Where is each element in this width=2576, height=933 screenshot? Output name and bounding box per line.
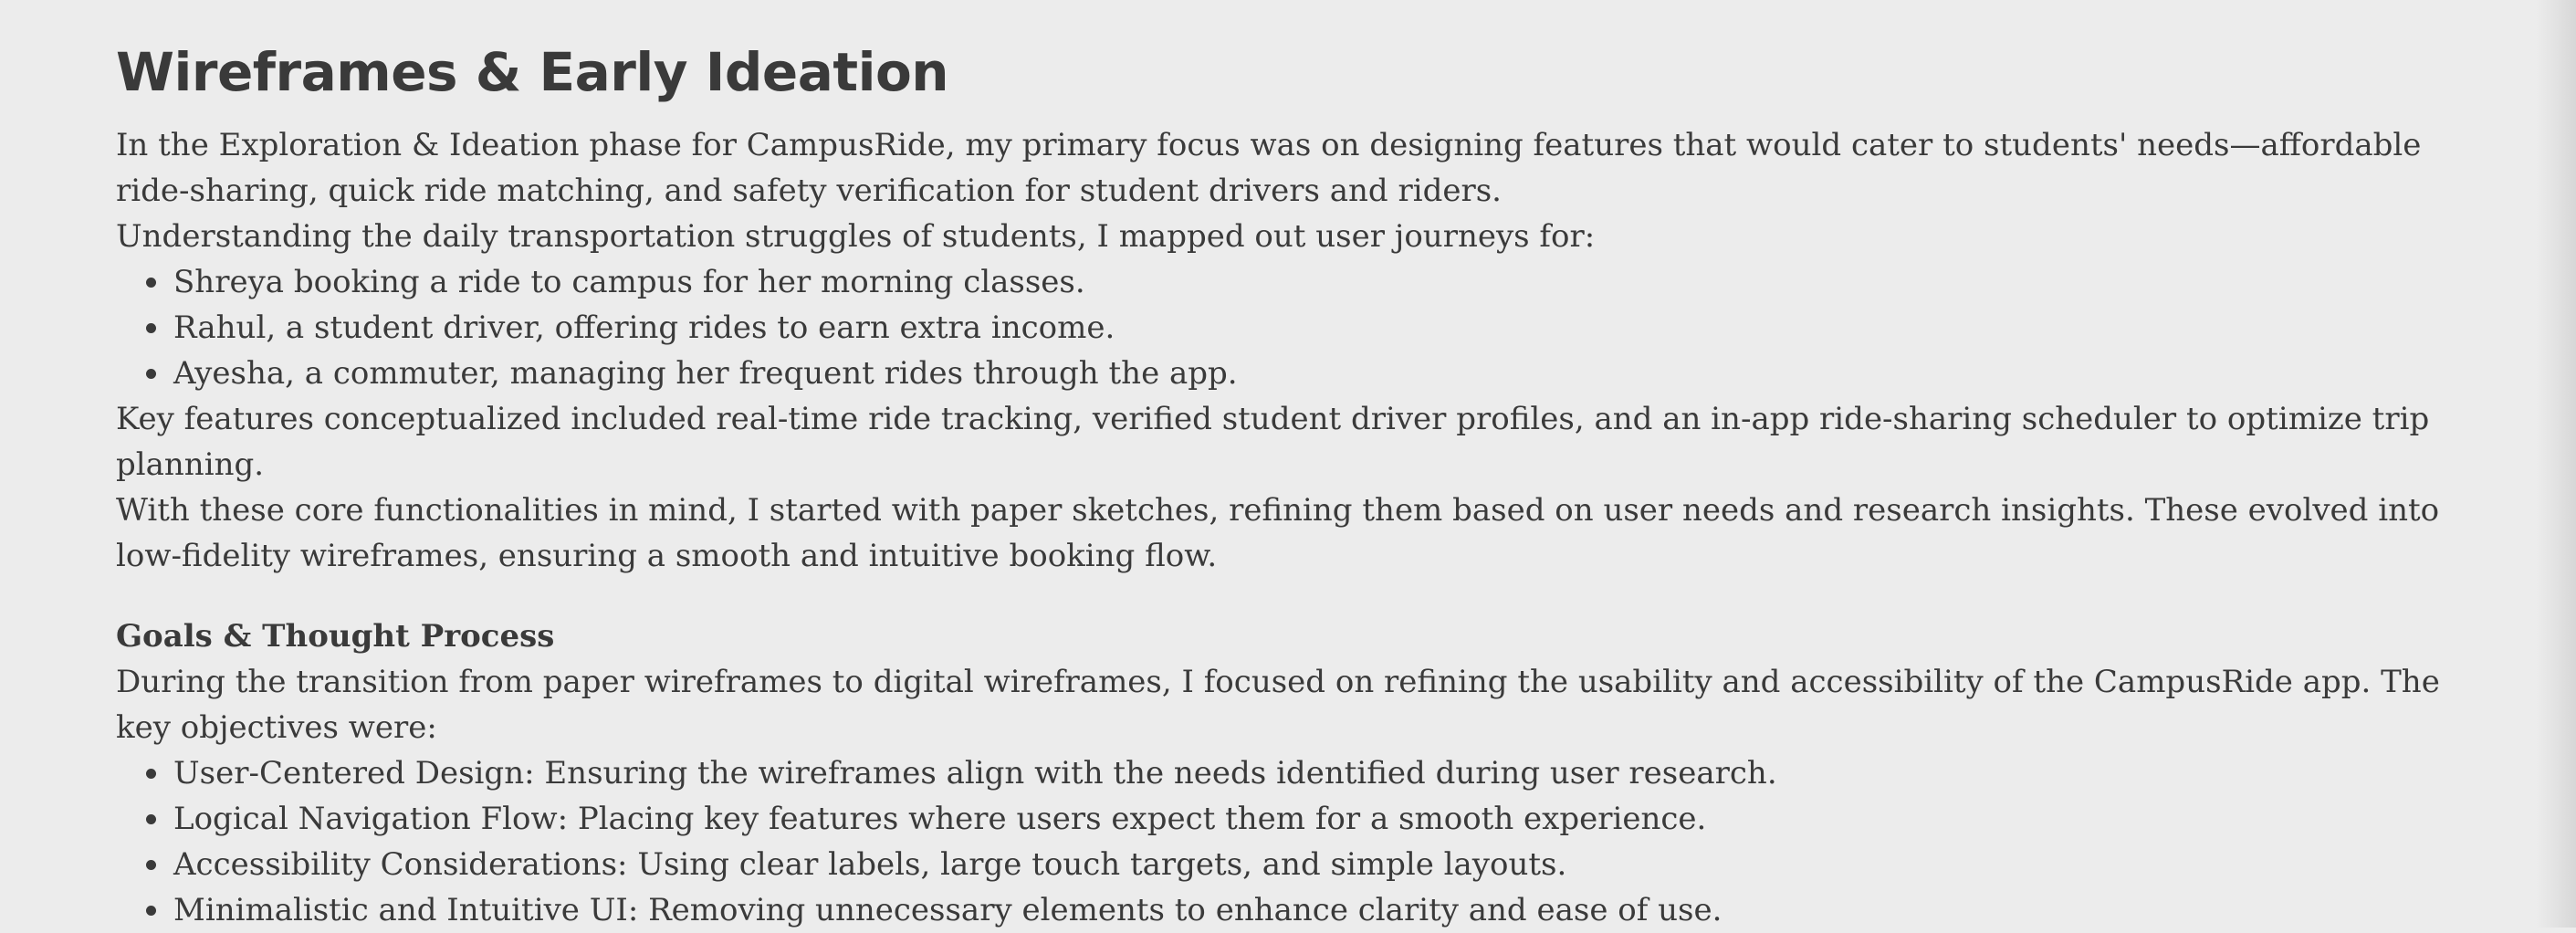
- key-features-paragraph: Key features conceptualized included rea…: [116, 401, 2430, 483]
- list-item: Minimalistic and Intuitive UI: Removing …: [146, 887, 2489, 933]
- user-journeys-intro: Understanding the daily transportation s…: [116, 218, 1596, 255]
- goals-intro-paragraph: During the transition from paper wirefra…: [116, 664, 2440, 746]
- sketches-paragraph: With these core functionalities in mind,…: [116, 492, 2440, 574]
- list-item: Logical Navigation Flow: Placing key fea…: [146, 796, 2489, 842]
- list-item: Accessibility Considerations: Using clea…: [146, 842, 2489, 887]
- list-item: Shreya booking a ride to campus for her …: [146, 259, 2489, 305]
- section-title-wireframes: Wireframes & Early Ideation: [116, 41, 949, 103]
- objectives-list: User-Centered Design: Ensuring the wiref…: [116, 750, 2489, 933]
- user-journeys-list: Shreya booking a ride to campus for her …: [116, 259, 2489, 396]
- page-edge-shadow: [2536, 0, 2576, 928]
- list-item: Ayesha, a commuter, managing her frequen…: [146, 351, 2489, 396]
- list-item: Rahul, a student driver, offering rides …: [146, 305, 2489, 351]
- article-content: Wireframes & Early Ideation In the Explo…: [116, 35, 2489, 933]
- intro-paragraph: In the Exploration & Ideation phase for …: [116, 127, 2422, 209]
- section-title-goals: Goals & Thought Process: [116, 618, 555, 655]
- list-item: User-Centered Design: Ensuring the wiref…: [146, 750, 2489, 796]
